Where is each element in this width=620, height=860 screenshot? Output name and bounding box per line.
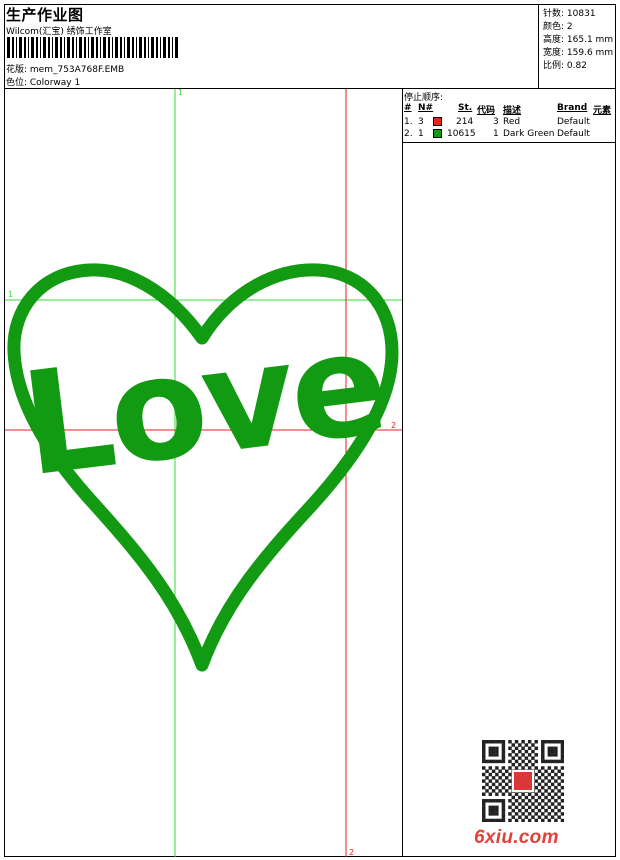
qr-code [482,740,564,822]
guide-label-left: 1 [8,290,14,299]
watermark: 6xiu.com [474,827,559,848]
guide-label-right: 2 [391,421,397,430]
design-canvas: Love [5,89,402,857]
guide-label-top: 1 [178,88,184,97]
guide-label-bottom: 2 [349,848,355,857]
